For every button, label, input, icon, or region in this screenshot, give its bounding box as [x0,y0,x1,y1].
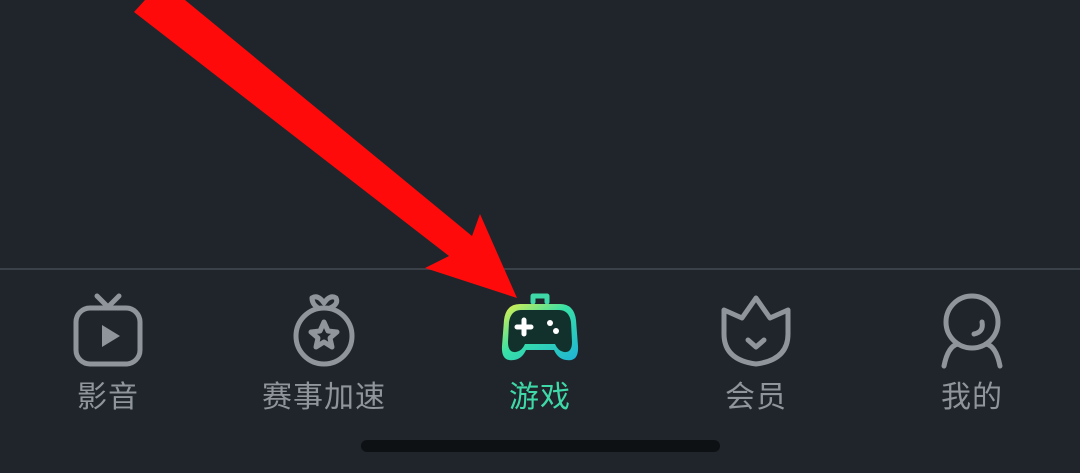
tab-media[interactable]: 影音 [0,286,216,436]
tab-membership[interactable]: 会员 [648,286,864,436]
tab-profile-label: 我的 [941,380,1003,415]
tab-games-label: 游戏 [509,380,571,415]
content-area [0,0,1080,268]
crown-icon [716,290,796,370]
app-screen: 影音 赛事加速 游戏 会员 我的 [0,0,1080,473]
tab-membership-label: 会员 [725,380,787,415]
tab-games[interactable]: 游戏 [432,286,648,436]
tv-play-icon [68,290,148,370]
home-indicator [361,440,720,452]
tab-profile[interactable]: 我的 [864,286,1080,436]
tab-media-label: 影音 [77,380,139,415]
gamepad-icon [500,290,580,370]
tab-event-boost[interactable]: 赛事加速 [216,286,432,436]
tab-event-boost-label: 赛事加速 [262,380,386,415]
user-profile-icon [932,290,1012,370]
medal-star-icon [284,290,364,370]
